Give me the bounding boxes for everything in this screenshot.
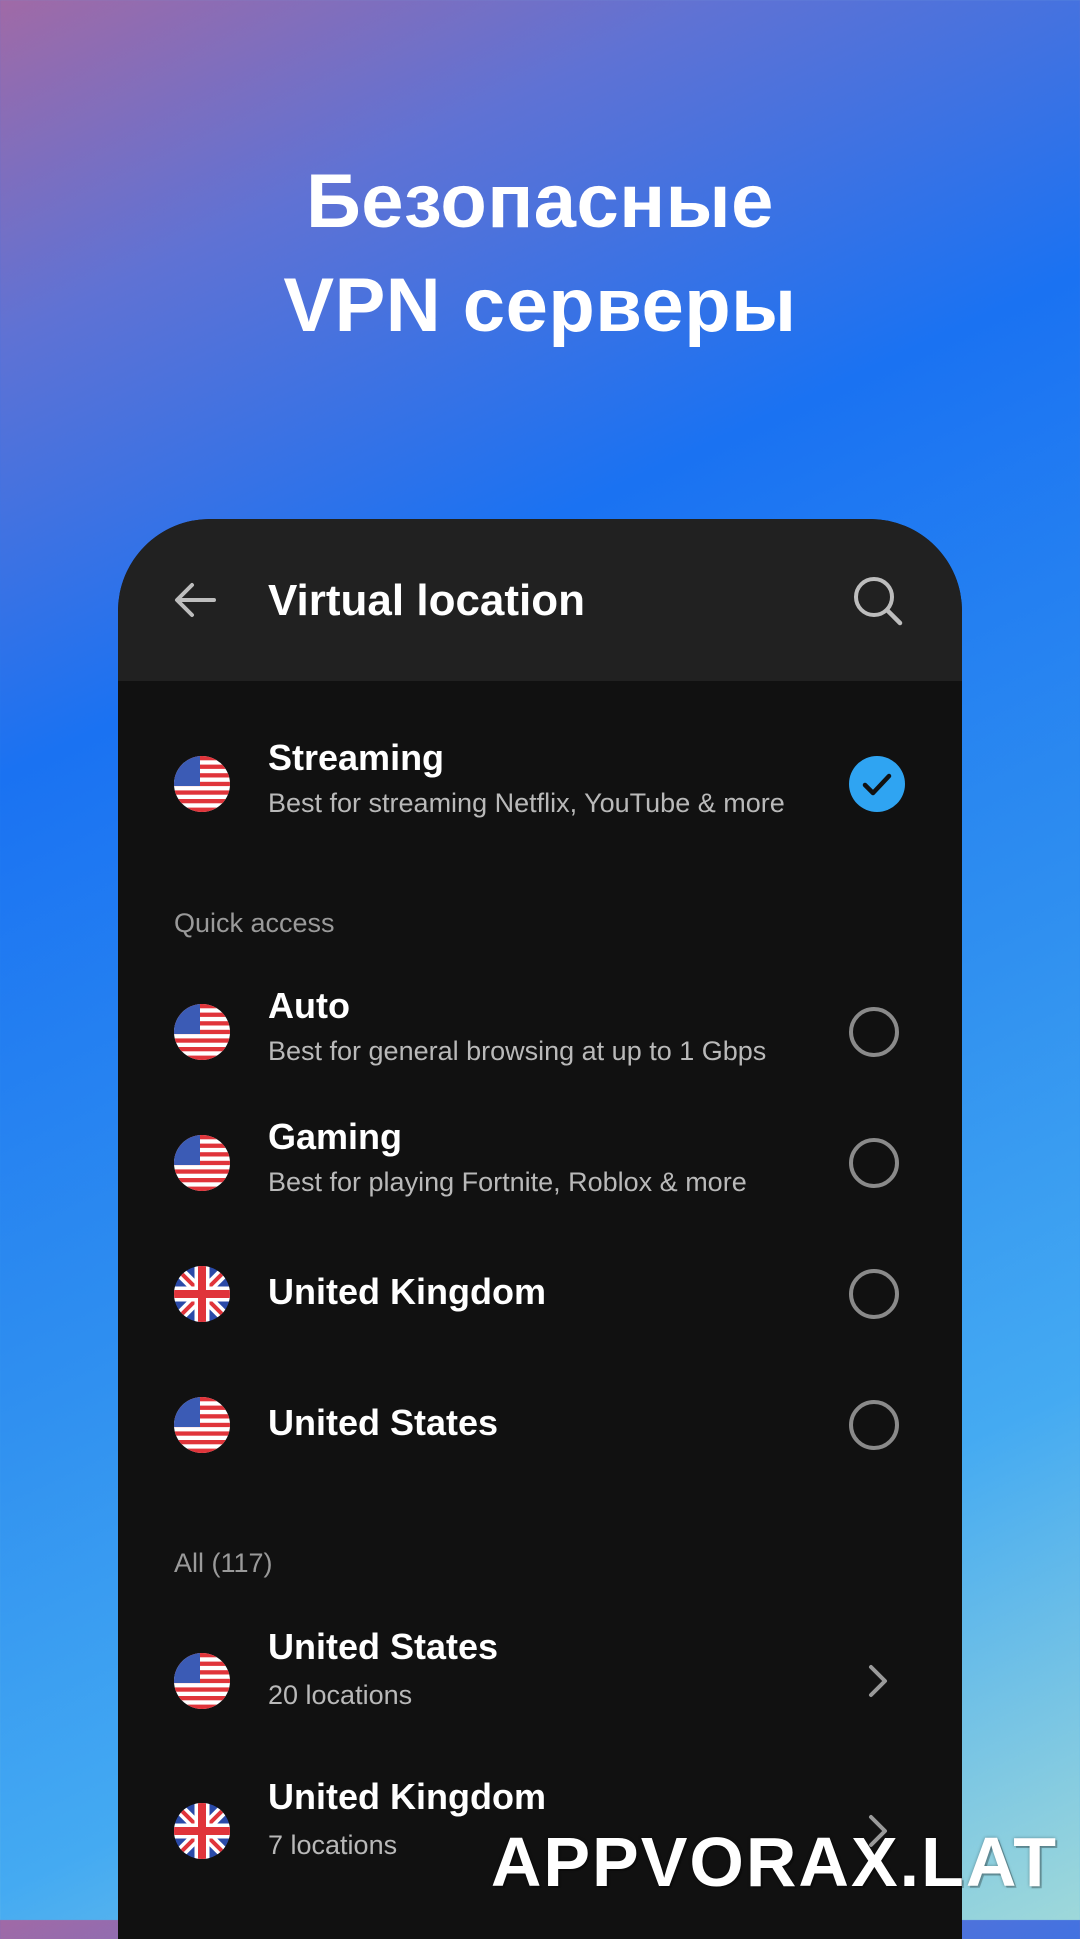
- location-subtitle: Best for playing Fortnite, Roblox & more: [268, 1167, 747, 1197]
- watermark-text: APPVORAX.LAT: [490, 1823, 1058, 1901]
- radio-button[interactable]: [849, 1007, 899, 1057]
- checkmark-icon[interactable]: [849, 756, 905, 812]
- country-title: United Kingdom: [268, 1776, 546, 1817]
- uk-flag-icon: [174, 1266, 230, 1322]
- radio-button[interactable]: [849, 1400, 899, 1450]
- location-title: Streaming: [268, 737, 445, 778]
- promo-headline-line1: Безопасные: [306, 159, 774, 244]
- location-title: Gaming: [268, 1116, 403, 1157]
- arrow-left-icon[interactable]: [170, 575, 220, 625]
- location-row-gaming[interactable]: Gaming Best for playing Fortnite, Roblox…: [118, 1108, 962, 1218]
- app-bar: Virtual location: [118, 519, 962, 681]
- us-flag-icon: [174, 756, 230, 812]
- section-label-all: All (117): [174, 1548, 273, 1578]
- page-title: Virtual location: [268, 576, 586, 625]
- country-title: United States: [268, 1626, 499, 1667]
- search-icon[interactable]: [850, 573, 906, 629]
- section-label-quick-access: Quick access: [174, 908, 335, 938]
- location-title: Auto: [268, 985, 350, 1026]
- radio-button[interactable]: [849, 1138, 899, 1188]
- us-flag-icon: [174, 1004, 230, 1060]
- promo-headline-line2: VPN серверы: [283, 263, 797, 348]
- promo-headline: Безопасные VPN серверы: [0, 150, 1080, 358]
- chevron-right-icon[interactable]: [858, 1661, 898, 1701]
- location-title: United States: [268, 1402, 499, 1443]
- location-row-united-kingdom[interactable]: United Kingdom: [118, 1239, 962, 1349]
- us-flag-icon: [174, 1135, 230, 1191]
- country-location-count: 7 locations: [268, 1830, 398, 1860]
- country-location-count: 20 locations: [268, 1680, 413, 1710]
- us-flag-icon: [174, 1397, 230, 1453]
- radio-button[interactable]: [849, 1269, 899, 1319]
- location-row-streaming[interactable]: Streaming Best for streaming Netflix, Yo…: [118, 729, 962, 839]
- location-row-united-states[interactable]: United States: [118, 1370, 962, 1480]
- location-subtitle: Best for general browsing at up to 1 Gbp…: [268, 1036, 767, 1066]
- location-title: United Kingdom: [268, 1271, 546, 1312]
- location-subtitle: Best for streaming Netflix, YouTube & mo…: [268, 788, 785, 818]
- location-row-auto[interactable]: Auto Best for general browsing at up to …: [118, 977, 962, 1087]
- uk-flag-icon: [174, 1803, 230, 1859]
- us-flag-icon: [174, 1653, 230, 1709]
- phone-screen: Virtual location Streaming Best for stre…: [118, 519, 962, 1939]
- country-row-united-states[interactable]: United States 20 locations: [118, 1616, 962, 1746]
